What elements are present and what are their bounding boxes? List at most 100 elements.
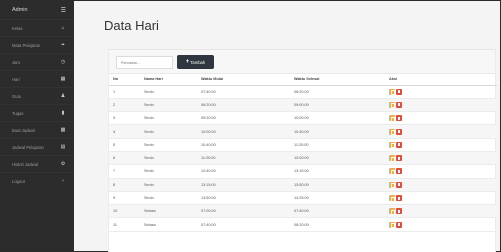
- cell-selesai: 13:15:00: [294, 164, 389, 179]
- cell-no: 2: [109, 98, 144, 113]
- sidebar-brand[interactable]: Admin ☰: [1, 1, 74, 19]
- col-header-no: No: [109, 74, 144, 86]
- sidebar-item-label: Tugas: [12, 110, 24, 116]
- edit-icon[interactable]: [389, 221, 395, 229]
- sidebar-item-label: Kelas: [12, 25, 23, 31]
- table-row: 8 Senin 13:15:00 13:50:00: [109, 178, 497, 192]
- table-row: 10 Selasa 07:00:00 07:40:00: [109, 204, 497, 219]
- cell-mulai: 12:40:00: [201, 164, 294, 179]
- table-row: 5 Senin 10:40:00 11:20:00: [109, 138, 497, 152]
- cell-aksi: [389, 217, 497, 232]
- edit-icon[interactable]: [389, 155, 395, 162]
- cell-selesai: 11:20:00: [294, 138, 389, 152]
- sidebar-item-label: Guru: [12, 93, 22, 99]
- plus-icon: +: [185, 59, 190, 65]
- cell-hari: Senin: [144, 151, 201, 166]
- cell-hari: Senin: [144, 191, 201, 206]
- delete-icon[interactable]: [396, 88, 402, 95]
- cell-selesai: 13:50:00: [294, 178, 389, 192]
- edit-icon[interactable]: [389, 195, 395, 202]
- delete-icon[interactable]: [396, 181, 402, 188]
- table-body: 1 Senin 07:40:00 08:20:00 2 Senin 08:20:00 09:0…: [109, 85, 497, 232]
- sidebar-item-buat-jadwal[interactable]: Buat Jadwal ▩: [1, 121, 74, 138]
- sidebar-item-jam[interactable]: Jam ◷: [1, 53, 74, 70]
- search-input[interactable]: [116, 56, 173, 69]
- add-button[interactable]: + Tambah: [177, 55, 214, 69]
- sidebar-item-tugas[interactable]: Tugas ▮: [1, 104, 74, 121]
- edit-icon[interactable]: [389, 181, 395, 189]
- sidebar-item-label: Hari: [12, 76, 20, 82]
- edit-icon[interactable]: [389, 128, 395, 136]
- cell-selesai: 09:00:00: [294, 98, 389, 113]
- cell-aksi: [389, 98, 497, 113]
- sidebar-item-logout[interactable]: Logout ›: [1, 172, 74, 189]
- sidebar: Admin ☰ Kelas ⌂ Mata Pelajaran ❧ Jam ◷ H…: [1, 1, 74, 251]
- cell-no: 8: [109, 178, 144, 192]
- edit-icon[interactable]: [389, 168, 395, 175]
- cell-aksi: [389, 124, 497, 139]
- sidebar-item-histori-jadwal[interactable]: Histori Jadwal ⚙: [1, 155, 74, 172]
- menu-icon[interactable]: ☰: [61, 7, 66, 14]
- cell-selesai: 12:00:00: [294, 151, 389, 166]
- cell-no: 7: [109, 164, 144, 179]
- cell-selesai: 10:40:00: [294, 124, 389, 139]
- pin-icon: ❧: [60, 42, 66, 48]
- table-row: 4 Senin 10:00:00 10:40:00: [109, 124, 497, 139]
- cell-hari: Senin: [144, 111, 201, 126]
- col-header-aksi: Aksi: [389, 74, 497, 86]
- edit-icon[interactable]: [389, 208, 395, 215]
- col-header-hari: Nama Hari: [144, 74, 201, 86]
- delete-icon[interactable]: [396, 155, 402, 162]
- edit-icon[interactable]: [389, 101, 395, 109]
- sidebar-item-mata-pelajaran[interactable]: Mata Pelajaran ❧: [1, 36, 74, 53]
- col-header-selesai: Waktu Selesai: [294, 74, 389, 86]
- data-table: No Nama Hari Waktu Mulai Waktu Selesai A…: [109, 74, 497, 232]
- cell-hari: Senin: [144, 98, 201, 113]
- sidebar-item-jadwal-pelajaran[interactable]: Jadwal Pelajaran ▤: [1, 138, 74, 155]
- cell-aksi: [389, 85, 497, 99]
- sidebar-item-label: Jadwal Pelajaran: [12, 144, 44, 150]
- delete-icon[interactable]: [396, 221, 402, 228]
- table-row: 11 Selasa 07:40:00 08:20:00: [109, 217, 497, 232]
- card-toolbar: + Tambah: [109, 50, 495, 74]
- sidebar-item-label: Buat Jadwal: [12, 127, 35, 133]
- cell-aksi: [389, 164, 497, 179]
- home-icon: ⌂: [61, 25, 65, 31]
- table-row: 2 Senin 08:20:00 09:00:00: [109, 98, 497, 113]
- cell-selesai: 07:40:00: [294, 204, 389, 219]
- cell-aksi: [389, 204, 497, 219]
- cell-aksi: [389, 178, 497, 192]
- gear-icon: ⚙: [60, 161, 66, 167]
- edit-icon[interactable]: [389, 115, 395, 122]
- cell-selesai: 10:00:00: [294, 111, 389, 126]
- edit-icon[interactable]: [389, 141, 395, 149]
- table-row: 1 Senin 07:40:00 08:20:00: [109, 85, 497, 99]
- cell-mulai: 07:00:00: [201, 204, 294, 219]
- cell-no: 6: [109, 151, 144, 166]
- delete-icon[interactable]: [396, 101, 402, 108]
- cell-mulai: 07:40:00: [201, 85, 294, 99]
- chevron-right-icon: ›: [62, 178, 64, 184]
- brand-label: Admin: [12, 7, 28, 13]
- sidebar-item-guru[interactable]: Guru ♟: [1, 87, 74, 104]
- cell-mulai: 08:20:00: [201, 98, 294, 113]
- table-row: 7 Senin 12:40:00 13:15:00: [109, 164, 497, 179]
- cell-mulai: 09:20:00: [201, 111, 294, 126]
- delete-icon[interactable]: [396, 168, 402, 175]
- cell-mulai: 10:40:00: [201, 138, 294, 152]
- delete-icon[interactable]: [396, 141, 402, 148]
- delete-icon[interactable]: [396, 195, 402, 202]
- cell-no: 4: [109, 124, 144, 139]
- cell-hari: Senin: [144, 164, 201, 179]
- cell-no: 3: [109, 111, 144, 126]
- cell-hari: Selasa: [144, 217, 201, 232]
- delete-icon[interactable]: [396, 115, 402, 122]
- cell-no: 9: [109, 191, 144, 206]
- cell-no: 11: [109, 217, 144, 232]
- list-icon: ▤: [60, 144, 66, 150]
- edit-icon[interactable]: [389, 88, 395, 96]
- delete-icon[interactable]: [396, 128, 402, 135]
- sidebar-item-hari[interactable]: Hari ▦: [1, 70, 74, 87]
- delete-icon[interactable]: [396, 208, 402, 215]
- sidebar-item-kelas[interactable]: Kelas ⌂: [1, 19, 74, 36]
